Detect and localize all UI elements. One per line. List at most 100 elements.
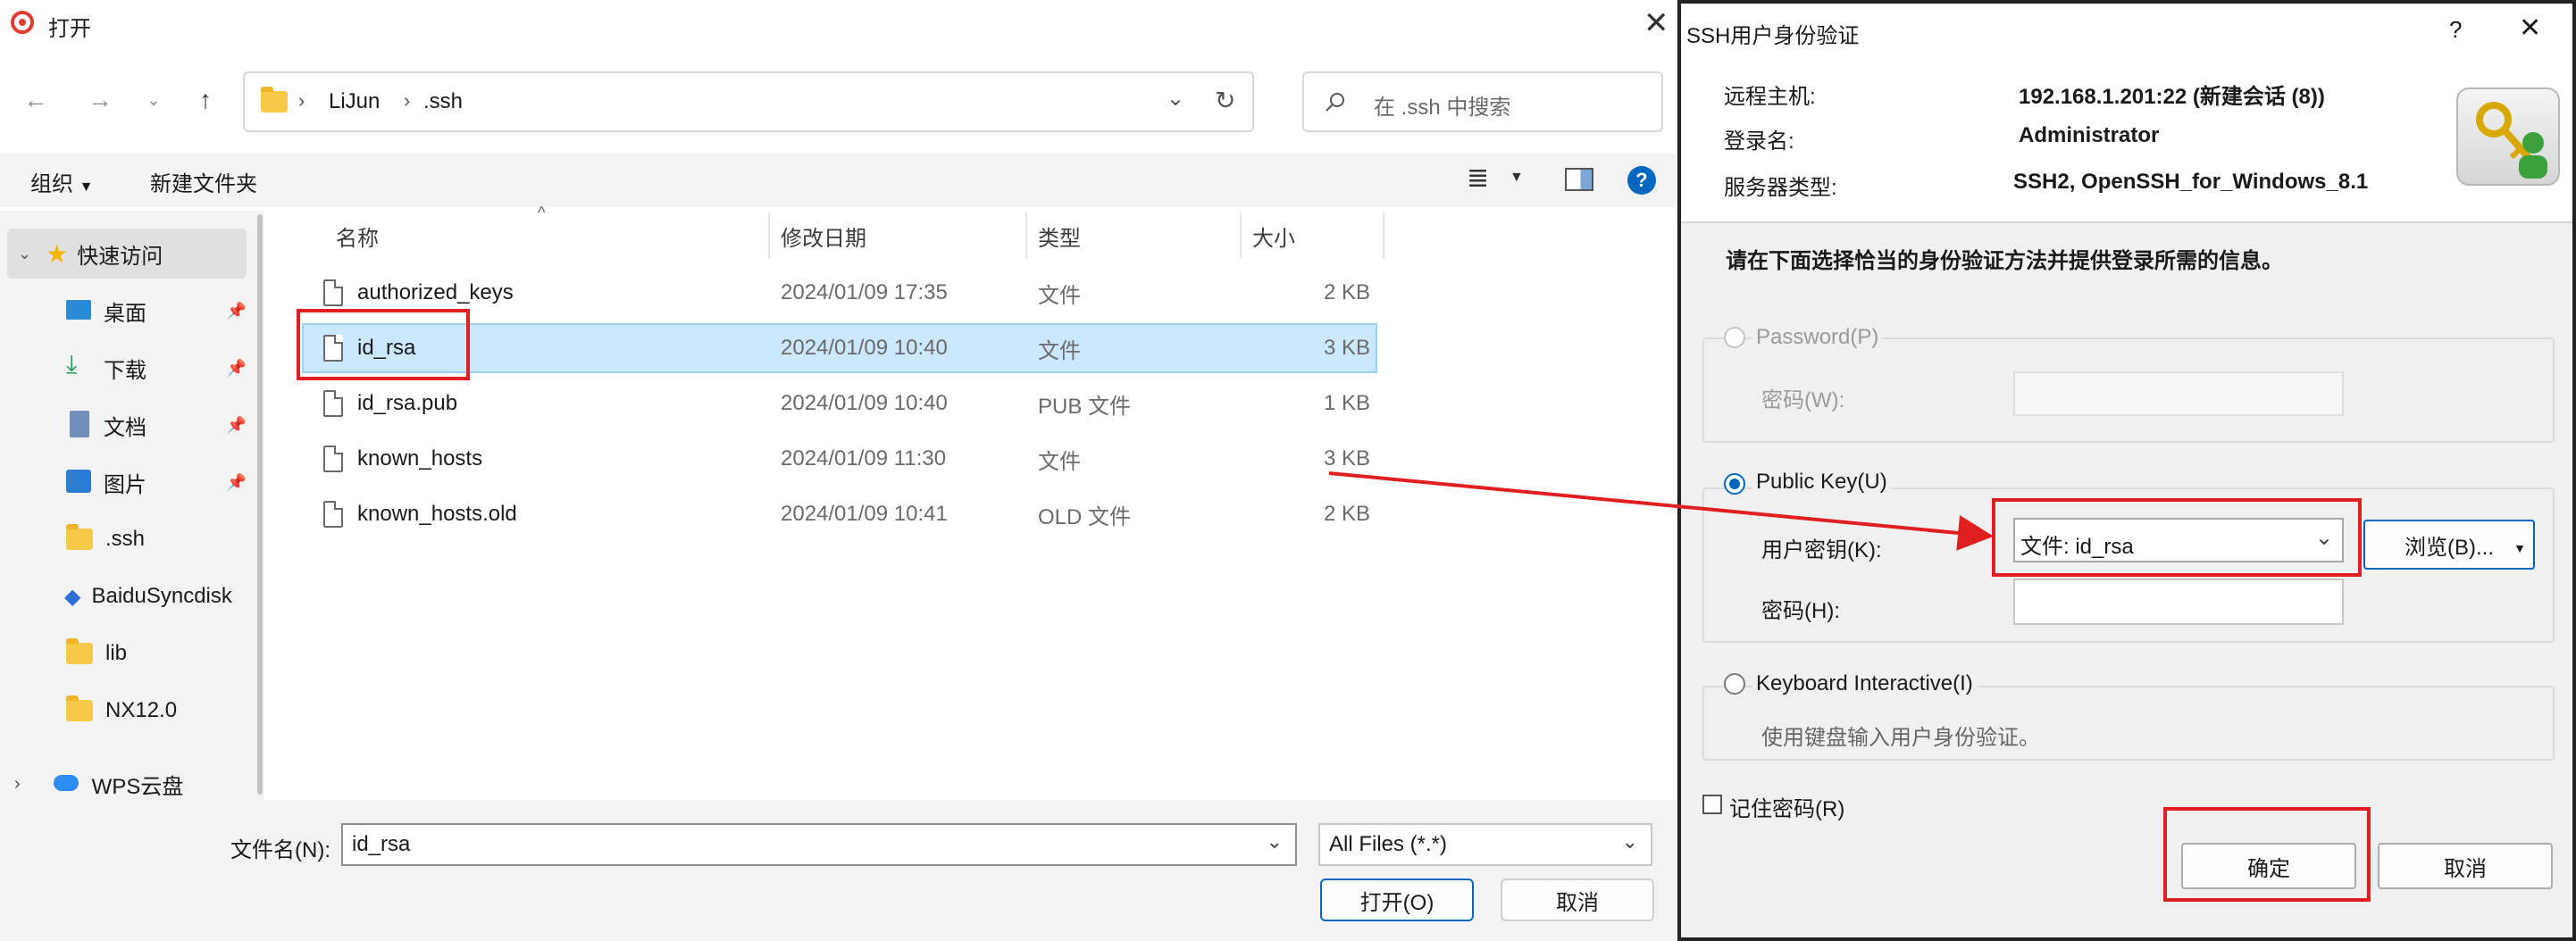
address-bar[interactable]: › LiJun › .ssh ⌄ ↻ [243, 71, 1254, 132]
preview-pane-icon[interactable] [1565, 168, 1593, 191]
organize-label: 组织 [30, 172, 73, 196]
back-icon[interactable]: ← [16, 80, 55, 120]
file-dialog-footer: 文件名(N): id_rsa ⌄ All Files (*.*) ⌄ 打开(O)… [0, 800, 1677, 941]
column-divider[interactable] [768, 212, 770, 259]
password-radio[interactable] [1724, 327, 1745, 348]
remote-host-label: 远程主机: [1724, 85, 1816, 109]
command-bar: 组织 ▼ 新建文件夹 ≣ ▼ ? [0, 154, 1677, 207]
refresh-icon[interactable]: ↻ [1215, 86, 1235, 115]
file-dialog-titlebar: 打开 ✕ [0, 0, 1677, 50]
close-icon[interactable]: ✕ [2519, 12, 2541, 44]
public-key-radio[interactable] [1724, 473, 1745, 495]
nav-lib[interactable]: lib [0, 629, 250, 679]
passphrase-input[interactable] [2013, 579, 2344, 625]
column-divider[interactable] [1240, 212, 1242, 259]
keyboard-interactive-label: Keyboard Interactive(I) [1752, 671, 1977, 696]
help-button[interactable]: ? [2449, 16, 2462, 44]
filename-dropdown-chevron-icon[interactable]: ⌄ [1267, 830, 1283, 854]
remote-host-value: 192.168.1.201:22 (新建会话 (8)) [2019, 85, 2325, 109]
app-logo-icon [11, 11, 34, 34]
organize-button[interactable]: 组织 ▼ [30, 166, 94, 197]
view-menu-icon[interactable]: ≣ [1467, 162, 1489, 194]
file-size: 3 KB [1323, 336, 1370, 360]
folder-icon [66, 524, 93, 550]
nav-label: lib [105, 641, 128, 665]
nav-label: BaiduSyncdisk [91, 584, 232, 608]
filename-input[interactable]: id_rsa ⌄ [341, 823, 1297, 866]
nav-downloads[interactable]: ⤓ 下载 📌 [0, 343, 250, 393]
column-divider[interactable] [1383, 212, 1384, 259]
annotation-highlight-box [1992, 498, 2362, 577]
sort-ascending-icon: ^ [538, 204, 546, 221]
breadcrumb-lijun[interactable]: LiJun [329, 89, 380, 114]
file-row-id-rsa-pub[interactable]: id_rsa.pub 2024/01/09 10:40 PUB 文件 1 KB [302, 379, 1377, 429]
column-date[interactable]: 修改日期 [781, 212, 866, 259]
nav-ssh[interactable]: .ssh [0, 514, 250, 564]
baidu-sync-icon: ◆ [64, 584, 81, 609]
pin-icon[interactable]: 📌 [227, 359, 247, 378]
server-type-label: 服务器类型: [1724, 176, 1837, 200]
file-size: 1 KB [1323, 391, 1370, 415]
keyboard-interactive-radio[interactable] [1724, 673, 1745, 695]
search-icon [1326, 93, 1344, 112]
breadcrumb-separator-icon: › [404, 89, 411, 112]
column-divider[interactable] [1025, 212, 1027, 259]
up-icon[interactable]: ↑ [186, 80, 225, 120]
file-type-filter-select[interactable]: All Files (*.*) ⌄ [1318, 823, 1652, 866]
column-size[interactable]: 大小 [1252, 212, 1295, 259]
pin-icon[interactable]: 📌 [227, 416, 247, 435]
nav-desktop[interactable]: 桌面 📌 [0, 286, 250, 336]
view-dropdown-arrow-icon[interactable]: ▼ [1510, 170, 1524, 186]
nav-scrollbar[interactable] [257, 214, 263, 795]
file-icon [323, 279, 343, 306]
close-icon[interactable]: ✕ [1643, 5, 1669, 41]
nav-label: WPS云盘 [91, 774, 184, 799]
nav-label: 下载 [104, 358, 146, 383]
user-key-label: 用户密钥(K): [1761, 538, 1882, 562]
nav-pictures[interactable]: 图片 📌 [0, 457, 250, 507]
folder-icon [66, 638, 93, 664]
star-icon: ★ [46, 239, 69, 268]
chevron-right-icon: › [14, 773, 21, 794]
pin-icon[interactable]: 📌 [227, 473, 247, 492]
breadcrumb-ssh[interactable]: .ssh [423, 89, 463, 114]
breadcrumb-separator-icon: › [298, 89, 305, 112]
help-icon[interactable]: ? [1627, 166, 1656, 195]
file-row-known-hosts[interactable]: known_hosts 2024/01/09 11:30 文件 3 KB [302, 434, 1377, 484]
file-type: 文件 [1038, 283, 1081, 308]
nav-nx12[interactable]: NX12.0 [0, 686, 250, 736]
column-type[interactable]: 类型 [1038, 212, 1081, 259]
cloud-icon [54, 775, 79, 791]
instruction-text: 请在下面选择恰当的身份验证方法并提供登录所需的信息。 [1726, 249, 2283, 273]
file-date: 2024/01/09 10:40 [781, 336, 948, 360]
pin-icon[interactable]: 📌 [227, 302, 247, 321]
file-type: PUB 文件 [1038, 394, 1132, 419]
cancel-button[interactable]: 取消 [1501, 879, 1654, 921]
file-type: 文件 [1038, 338, 1081, 363]
nav-label: 图片 [104, 472, 146, 497]
search-box[interactable]: 在 .ssh 中搜索 [1302, 71, 1663, 132]
server-type-value: SSH2, OpenSSH_for_Windows_8.1 [2013, 170, 2369, 194]
remember-password-checkbox[interactable] [1702, 795, 1722, 814]
file-size: 3 KB [1323, 446, 1370, 470]
dropdown-arrow-icon: ▼ [79, 179, 94, 195]
password-input[interactable] [2013, 371, 2344, 416]
new-folder-button[interactable]: 新建文件夹 [150, 166, 257, 197]
cancel-button[interactable]: 取消 [2378, 843, 2553, 889]
nav-documents[interactable]: 文档 📌 [0, 400, 250, 450]
forward-icon[interactable]: → [80, 80, 120, 120]
keyboard-interactive-description: 使用键盘输入用户身份验证。 [1761, 726, 2040, 750]
file-date: 2024/01/09 11:30 [781, 446, 947, 470]
recent-locations-chevron-icon[interactable]: ⌄ [134, 80, 173, 120]
file-size: 2 KB [1323, 280, 1370, 304]
nav-baidusyncdisk[interactable]: ◆ BaiduSyncdisk [0, 571, 250, 621]
annotation-highlight-box [297, 309, 470, 380]
browse-button[interactable]: 浏览(B)... ▼ [2363, 520, 2535, 570]
password-option-label: Password(P) [1752, 325, 1883, 350]
column-name[interactable]: 名称 [336, 212, 379, 259]
address-dropdown-chevron-icon[interactable]: ⌄ [1167, 86, 1184, 112]
file-row-known-hosts-old[interactable]: known_hosts.old 2024/01/09 10:41 OLD 文件 … [302, 489, 1377, 539]
nav-quick-access[interactable]: ⌄ ★ 快速访问 [7, 229, 247, 279]
open-button[interactable]: 打开(O) [1320, 879, 1474, 921]
public-key-option-label: Public Key(U) [1752, 470, 1891, 495]
